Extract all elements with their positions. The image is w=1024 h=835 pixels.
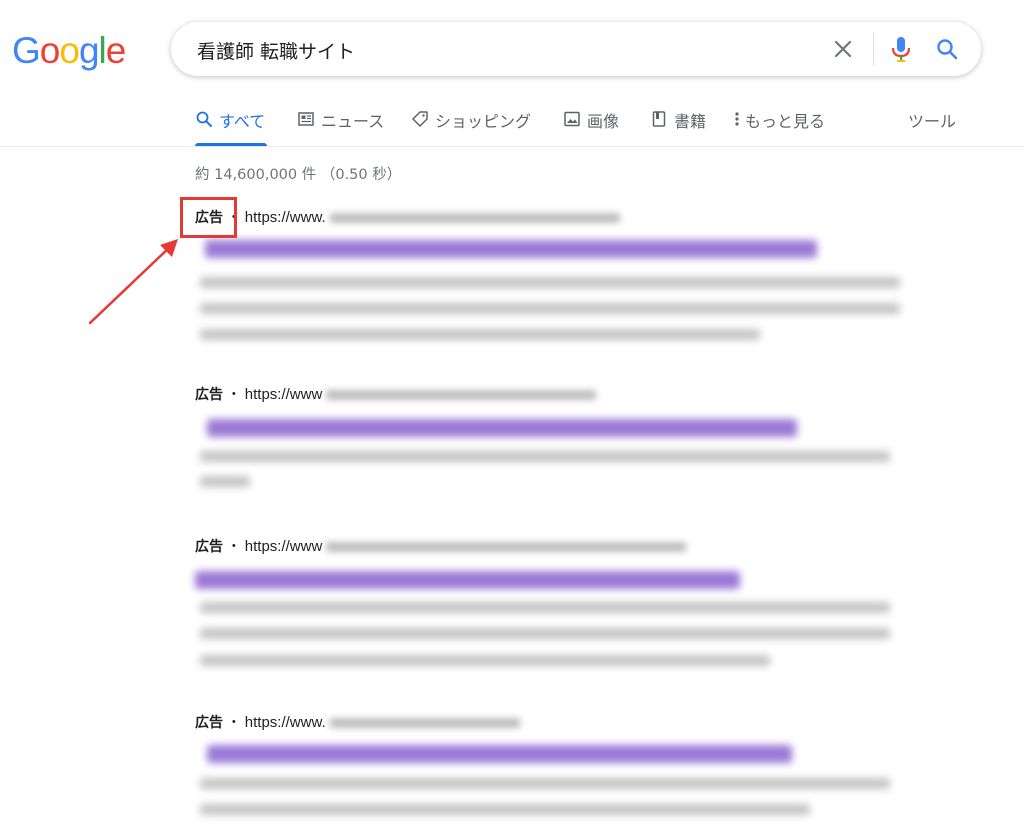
ad-separator: ・ bbox=[226, 386, 241, 402]
tab-label: 書籍 bbox=[674, 112, 707, 131]
search-box[interactable]: 看護師 転職サイト bbox=[171, 22, 981, 76]
tab-label: すべて bbox=[219, 112, 266, 131]
book-icon bbox=[652, 111, 666, 127]
blurred-url bbox=[326, 390, 597, 401]
ad-result: 広告 ・ https://www. bbox=[195, 712, 915, 835]
header-divider bbox=[0, 146, 1024, 147]
ad-label: 広告 bbox=[195, 539, 223, 555]
result-stats: 約 14,600,000 件 （0.50 秒） bbox=[195, 167, 402, 183]
annotation-arrow-icon bbox=[88, 239, 178, 325]
ad-title-link[interactable] bbox=[195, 571, 740, 589]
ad-url: https://www. bbox=[244, 209, 326, 226]
close-icon[interactable] bbox=[831, 37, 855, 61]
ad-title-link[interactable] bbox=[207, 419, 797, 437]
ad-result: 広告 ・ https://www bbox=[195, 536, 915, 676]
ad-header: 広告 ・ https://www. bbox=[195, 712, 915, 732]
ad-label: 広告 bbox=[195, 715, 223, 731]
logo-letter: G bbox=[12, 30, 41, 71]
ad-url: https://www bbox=[244, 386, 323, 403]
ad-url: https://www. bbox=[244, 714, 326, 731]
annotation-highlight-box bbox=[180, 197, 237, 238]
ad-url: https://www bbox=[244, 538, 323, 555]
tab-more[interactable]: もっと見る bbox=[733, 108, 825, 146]
ad-description bbox=[200, 277, 900, 288]
logo-letter: o bbox=[59, 30, 80, 71]
logo-letter: l bbox=[98, 30, 107, 71]
tab-label: ニュース bbox=[321, 112, 385, 131]
ad-description bbox=[200, 804, 810, 815]
tab-label: もっと見る bbox=[745, 112, 826, 131]
image-icon bbox=[564, 111, 580, 127]
ad-result: 広告 ・ https://www bbox=[195, 384, 915, 494]
ad-header: 広告 ・ https://www bbox=[195, 536, 915, 556]
ad-separator: ・ bbox=[226, 714, 241, 730]
news-icon bbox=[298, 112, 314, 126]
ad-description bbox=[200, 628, 890, 639]
microphone-icon[interactable] bbox=[889, 34, 913, 64]
blurred-url bbox=[329, 718, 520, 729]
ad-description bbox=[200, 476, 250, 487]
ad-header: 広告 ・ https://www bbox=[195, 384, 915, 404]
blurred-url bbox=[326, 542, 687, 553]
tab-images[interactable]: 画像 bbox=[563, 108, 619, 146]
searchbox-divider bbox=[873, 32, 874, 66]
search-icon[interactable] bbox=[935, 37, 959, 61]
tab-news[interactable]: ニュース bbox=[297, 108, 384, 146]
search-input[interactable]: 看護師 転職サイト bbox=[197, 37, 355, 64]
tools-button[interactable]: ツール bbox=[908, 108, 956, 132]
ad-title-link[interactable] bbox=[205, 240, 817, 258]
ad-description bbox=[200, 303, 900, 314]
blurred-url bbox=[329, 213, 620, 224]
ad-result: 広告 ・ https://www. bbox=[195, 207, 915, 347]
tab-label: ショッピング bbox=[435, 112, 532, 131]
logo-letter: o bbox=[39, 30, 61, 71]
ad-description bbox=[200, 602, 890, 613]
ad-separator: ・ bbox=[226, 538, 241, 554]
logo-letter: e bbox=[105, 30, 127, 71]
tab-label: 画像 bbox=[587, 112, 620, 131]
logo-letter: g bbox=[78, 30, 100, 71]
more-vert-icon bbox=[735, 112, 739, 126]
ad-title-link[interactable] bbox=[207, 745, 792, 763]
ad-label: 広告 bbox=[195, 387, 223, 403]
search-icon bbox=[196, 111, 212, 127]
ad-description bbox=[200, 451, 890, 462]
ad-header: 広告 ・ https://www. bbox=[195, 207, 915, 227]
ad-description bbox=[200, 778, 890, 789]
ad-description bbox=[200, 655, 770, 666]
tab-shopping[interactable]: ショッピング bbox=[411, 108, 531, 146]
tab-books[interactable]: 書籍 bbox=[650, 108, 706, 146]
tab-all[interactable]: すべて bbox=[195, 108, 265, 146]
google-logo[interactable]: Google bbox=[12, 30, 127, 72]
ad-description bbox=[200, 329, 760, 340]
tag-icon bbox=[412, 111, 428, 127]
